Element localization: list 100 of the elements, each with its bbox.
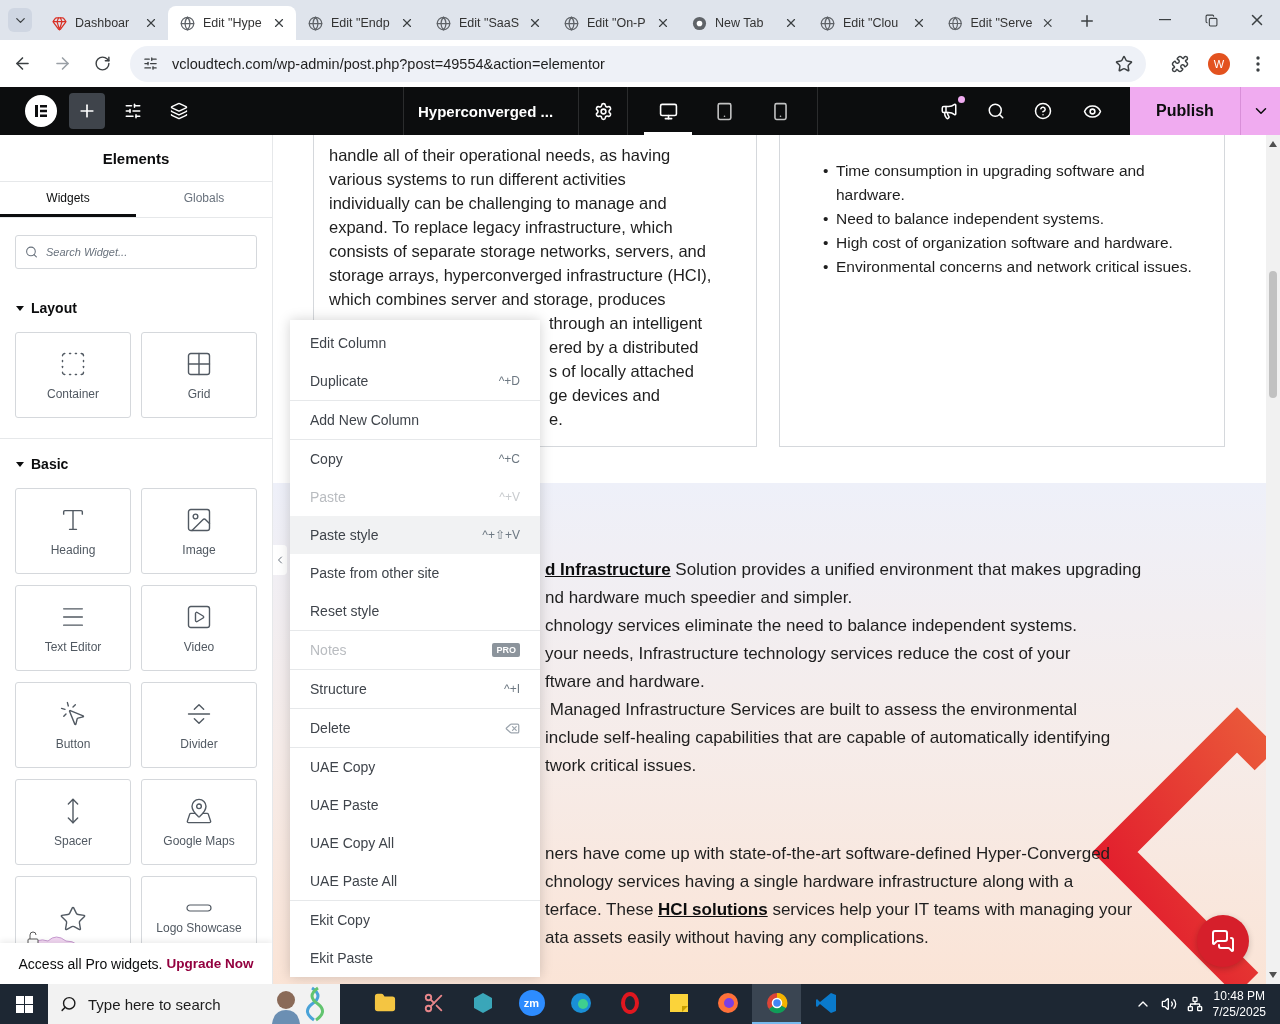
folder-icon <box>373 992 396 1014</box>
menu-item[interactable]: Duplicate ^+D <box>290 362 540 400</box>
diamond-icon <box>52 15 67 31</box>
widget-tile[interactable]: Spacer <box>15 779 131 865</box>
chat-button[interactable] <box>1197 915 1249 967</box>
shortcut-text: ^+D <box>498 374 520 388</box>
browser-tab[interactable]: Dashboar <box>40 6 168 40</box>
text-line: expand. To replace legacy infrastructure, which <box>329 218 673 236</box>
globe-icon <box>180 15 195 31</box>
menu-item[interactable]: UAE Copy <box>290 748 540 786</box>
menu-item[interactable]: Reset style <box>290 592 540 630</box>
menu-item[interactable]: Copy ^+C <box>290 440 540 478</box>
add-element-button[interactable] <box>69 93 105 129</box>
logo-mark-icon <box>33 103 49 119</box>
widget-tile[interactable]: Divider <box>141 682 257 768</box>
browser-tab[interactable]: New Tab <box>680 6 808 40</box>
search-icon <box>25 245 38 259</box>
minimize-icon <box>1159 19 1171 21</box>
text-link[interactable]: HCI solutions <box>658 900 768 919</box>
shortcut-text: ^+C <box>498 452 520 466</box>
text-line: terface. These HCI solutions services help your IT teams with managing your <box>545 899 1133 921</box>
widget-tile[interactable]: Google Maps <box>141 779 257 865</box>
help-icon <box>1034 102 1052 120</box>
pointer-click-icon <box>59 699 87 728</box>
collapse-handle[interactable] <box>273 545 287 575</box>
publish-button[interactable]: Publish <box>1130 87 1240 135</box>
section-header[interactable]: Basic <box>15 449 69 479</box>
menu-item[interactable]: Paste style ^+⇧+V <box>290 516 540 554</box>
menu-item[interactable]: Structure ^+I <box>290 670 540 708</box>
profile-avatar[interactable]: W <box>1208 52 1230 75</box>
scrollbar-thumb[interactable] <box>1269 271 1277 398</box>
widget-tile[interactable]: Container <box>15 332 131 418</box>
browser-tab[interactable]: Edit "SaaS <box>424 6 552 40</box>
menu-item[interactable]: Add New Column <box>290 401 540 439</box>
text-line: s of locally attached <box>549 362 694 380</box>
browser-tab[interactable]: Edit "Endp <box>296 6 424 40</box>
volume-icon[interactable] <box>1160 996 1177 1012</box>
text-line: storage arrays, hyperconverged infrastructure (HCI), <box>329 266 712 284</box>
network-icon[interactable] <box>1186 996 1203 1012</box>
close-icon[interactable] <box>272 16 286 30</box>
widget-tile[interactable]: Image <box>141 488 257 574</box>
close-icon[interactable] <box>144 16 158 30</box>
map-pin-icon <box>185 796 213 825</box>
menu-item[interactable]: Delete <box>290 709 540 747</box>
browser-tab[interactable]: Edit "Serve <box>936 6 1064 40</box>
close-icon[interactable] <box>528 16 542 30</box>
chat-icon <box>1211 929 1235 953</box>
menu-item[interactable]: Paste from other site <box>290 554 540 592</box>
menu-item[interactable]: UAE Paste All <box>290 862 540 900</box>
text-line: ered by a distributed <box>549 338 699 356</box>
reload-icon <box>93 55 111 72</box>
close-icon[interactable] <box>656 16 670 30</box>
notification-dot <box>958 96 965 103</box>
close-icon[interactable] <box>400 16 414 30</box>
section-header[interactable]: Layout <box>15 293 77 323</box>
app-logo[interactable] <box>25 95 57 127</box>
menu-item[interactable]: UAE Copy All <box>290 824 540 862</box>
widget-tile[interactable]: Video <box>141 585 257 671</box>
text-line: consists of separate storage networks, servers, and <box>329 242 706 260</box>
bullet-marker: • <box>823 161 830 181</box>
panel-tab[interactable]: Widgets <box>0 182 136 217</box>
pro-badge: PRO <box>492 643 520 657</box>
text-line: ftware and hardware. <box>545 671 705 693</box>
megaphone-icon <box>940 102 958 120</box>
bullet-marker: • <box>823 209 830 229</box>
menu-item[interactable]: UAE Paste <box>290 786 540 824</box>
clock[interactable]: 10:48 PM 7/25/2025 <box>1212 988 1266 1020</box>
bullet-text: Environmental concerns and network critical issues. <box>836 257 1192 277</box>
star-icon <box>59 905 87 933</box>
widget-tile[interactable]: Grid <box>141 332 257 418</box>
menu-item[interactable]: Ekit Copy <box>290 901 540 939</box>
close-icon[interactable] <box>912 16 926 30</box>
scissors-icon <box>422 992 445 1014</box>
desktop-icon <box>658 101 678 121</box>
widget-tile[interactable]: Heading <box>15 488 131 574</box>
globe-icon <box>436 15 451 31</box>
bullet-marker: • <box>823 257 830 277</box>
widget-tile[interactable]: Button <box>15 682 131 768</box>
text-link[interactable]: d Infrastructure <box>545 560 671 579</box>
close-icon[interactable] <box>784 16 798 30</box>
plus-icon <box>1078 12 1096 30</box>
layers-icon <box>170 102 188 120</box>
globe-icon <box>308 15 323 31</box>
menu-item[interactable]: Edit Column <box>290 324 540 362</box>
text-line: e. <box>549 410 563 428</box>
menu-item[interactable]: Ekit Paste <box>290 939 540 977</box>
taskbar-search-field[interactable]: Type here to search <box>48 984 268 1024</box>
browser-tab[interactable]: Edit "Hype <box>168 6 296 40</box>
browser-tab[interactable]: Edit "On-P <box>552 6 680 40</box>
browser-tab[interactable]: Edit "Clou <box>808 6 936 40</box>
search-field[interactable]: Search Widget... <box>15 235 257 269</box>
sliders-icon <box>142 56 158 71</box>
panel-tab[interactable]: Globals <box>136 182 272 217</box>
text-line: through an intelligent <box>549 314 703 332</box>
bullet-text: High cost of organization software and hardware. <box>836 233 1173 253</box>
search-icon <box>987 102 1005 120</box>
caret-icon <box>15 459 25 469</box>
scrollbar[interactable] <box>1266 135 1280 984</box>
widget-tile[interactable]: Text Editor <box>15 585 131 671</box>
taskbar-app[interactable] <box>752 984 801 1024</box>
